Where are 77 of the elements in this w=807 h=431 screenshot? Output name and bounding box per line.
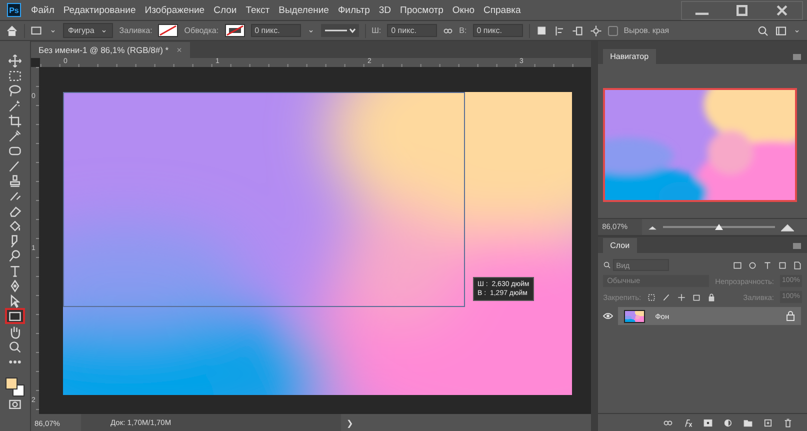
new-layer-icon bbox=[763, 418, 774, 428]
fill-label: Заливка: bbox=[119, 26, 152, 35]
settings-icon bbox=[590, 24, 602, 36]
trash-icon bbox=[783, 418, 794, 428]
mask-icon bbox=[703, 418, 714, 428]
workspace-icon bbox=[775, 24, 787, 36]
adjustment-icon bbox=[723, 418, 734, 428]
layers-tab[interactable]: Слои bbox=[603, 238, 637, 253]
menu-item[interactable]: 3D bbox=[378, 4, 392, 16]
brush-icon bbox=[662, 292, 672, 302]
panel-menu-icon[interactable] bbox=[793, 54, 802, 60]
artboard-icon bbox=[692, 292, 702, 302]
search-icon bbox=[757, 24, 769, 36]
navigator-tab[interactable]: Навигатор bbox=[603, 49, 656, 64]
slider-thumb[interactable] bbox=[715, 224, 724, 230]
menu-item[interactable]: Справка bbox=[484, 4, 521, 16]
eyedropper-icon bbox=[8, 128, 22, 142]
brush-icon bbox=[8, 158, 22, 172]
lasso-icon bbox=[8, 84, 22, 98]
document-tab[interactable]: Без имени-1 @ 86,1% (RGB/8#) * × bbox=[30, 42, 190, 58]
height-label: В: bbox=[459, 26, 467, 35]
folder-icon bbox=[743, 418, 754, 428]
rectangle-icon bbox=[31, 24, 43, 36]
stroke-swatch[interactable] bbox=[224, 24, 245, 37]
menu-item[interactable]: Фильтр bbox=[338, 4, 370, 16]
adjustment-filter-icon bbox=[748, 260, 758, 270]
align-edges-label: Выров. края bbox=[624, 26, 670, 35]
zoom-icon bbox=[8, 340, 22, 354]
align-icon bbox=[554, 24, 566, 36]
menu-item[interactable]: Файл bbox=[31, 4, 54, 16]
width-label: Ш: bbox=[372, 26, 382, 35]
width-field[interactable]: 0 пикс. bbox=[387, 24, 438, 37]
line-style-select[interactable] bbox=[320, 24, 359, 37]
height-field[interactable]: 0 пикс. bbox=[472, 24, 523, 37]
rectangle-icon bbox=[8, 309, 22, 323]
effects-icon bbox=[683, 418, 694, 428]
status-arrow[interactable]: ❯ bbox=[346, 418, 354, 428]
stamp-icon bbox=[8, 174, 22, 188]
search-icon bbox=[603, 261, 612, 269]
crop-icon bbox=[8, 114, 22, 128]
panel-menu-icon[interactable] bbox=[793, 243, 802, 249]
marquee-icon bbox=[8, 68, 22, 82]
menu-item[interactable]: Текст bbox=[246, 4, 270, 16]
link-icon bbox=[663, 418, 674, 428]
move-icon bbox=[677, 292, 686, 302]
menu-item[interactable]: Слои bbox=[214, 4, 237, 16]
move-icon bbox=[8, 54, 22, 68]
lock-icon bbox=[707, 292, 716, 302]
stroke-width-field[interactable]: 0 пикс. bbox=[250, 24, 301, 37]
eraser-icon bbox=[8, 204, 22, 218]
eye-icon[interactable] bbox=[603, 312, 614, 320]
home-icon bbox=[6, 24, 18, 36]
bucket-icon bbox=[8, 218, 22, 232]
color-swatches-icon[interactable] bbox=[4, 375, 25, 397]
image-filter-icon bbox=[733, 260, 742, 270]
app-logo[interactable]: Ps bbox=[7, 3, 21, 17]
lock-pixels-icon bbox=[647, 292, 656, 302]
shape-mode-select[interactable]: Фигура bbox=[63, 23, 114, 38]
shape-filter-icon bbox=[778, 260, 788, 270]
quick-mask-icon bbox=[8, 397, 22, 411]
menu-item[interactable]: Редактирование bbox=[63, 4, 136, 16]
stroke-label: Обводка: bbox=[184, 26, 219, 35]
fill-swatch[interactable] bbox=[158, 24, 178, 37]
wand-icon bbox=[8, 98, 22, 112]
arrange-icon bbox=[572, 24, 584, 36]
tool-button[interactable] bbox=[4, 308, 25, 324]
path-operations-icon bbox=[536, 24, 548, 36]
menu-item[interactable]: Выделение bbox=[278, 4, 329, 16]
type-filter-icon bbox=[763, 260, 772, 270]
link-icon bbox=[443, 26, 454, 36]
menu-item[interactable]: Окно bbox=[452, 4, 474, 16]
dodge-icon bbox=[8, 248, 22, 262]
menu-item[interactable]: Просмотр bbox=[400, 4, 444, 16]
menu-item[interactable]: Изображение bbox=[144, 4, 205, 16]
align-edges-checkbox[interactable] bbox=[608, 26, 618, 36]
type-icon bbox=[8, 264, 22, 278]
smart-object-filter-icon bbox=[793, 260, 802, 270]
